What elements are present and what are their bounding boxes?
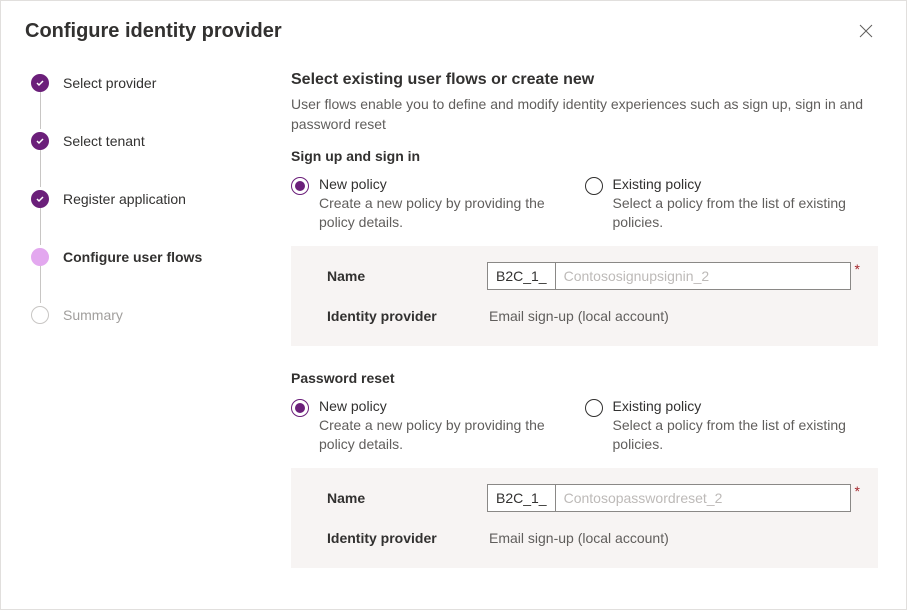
step-configure-user-flows[interactable]: Configure user flows — [31, 245, 251, 269]
required-indicator-icon: * — [855, 262, 860, 276]
step-label: Summary — [63, 307, 123, 323]
step-select-tenant[interactable]: Select tenant — [31, 129, 251, 153]
radio-label: New policy — [319, 398, 571, 414]
radio-description: Create a new policy by providing the pol… — [319, 194, 571, 232]
step-label: Configure user flows — [63, 249, 202, 265]
step-label: Select provider — [63, 75, 156, 91]
radio-label: New policy — [319, 176, 571, 192]
name-prefix: B2C_1_ — [487, 262, 555, 290]
step-label: Register application — [63, 191, 186, 207]
radio-description: Create a new policy by providing the pol… — [319, 416, 571, 454]
policy-name-input[interactable] — [555, 262, 851, 290]
name-label: Name — [327, 490, 487, 506]
idp-label: Identity provider — [327, 308, 487, 324]
panel-header: Configure identity provider — [1, 1, 906, 57]
radio-icon — [585, 399, 603, 417]
panel-body: Select provider Select tenant Register a… — [1, 57, 906, 609]
section-title-signup: Sign up and sign in — [291, 148, 878, 164]
panel-title: Configure identity provider — [25, 20, 282, 43]
name-prefix: B2C_1_ — [487, 484, 555, 512]
step-select-provider[interactable]: Select provider — [31, 71, 251, 95]
close-icon — [859, 24, 873, 38]
section-title-password-reset: Password reset — [291, 370, 878, 386]
step-label: Select tenant — [63, 133, 145, 149]
policy-choice-password-reset: New policy Create a new policy by provid… — [291, 398, 878, 454]
radio-existing-policy[interactable]: Existing policy Select a policy from the… — [585, 398, 879, 454]
radio-existing-policy[interactable]: Existing policy Select a policy from the… — [585, 176, 879, 232]
wizard-stepper: Select provider Select tenant Register a… — [1, 57, 261, 609]
radio-label: Existing policy — [613, 176, 865, 192]
step-dot-pending-icon — [31, 306, 49, 324]
step-dot-done-icon — [31, 74, 49, 92]
radio-icon — [291, 177, 309, 195]
step-dot-current-icon — [31, 248, 49, 266]
radio-description: Select a policy from the list of existin… — [613, 194, 865, 232]
radio-description: Select a policy from the list of existin… — [613, 416, 865, 454]
idp-value: Email sign-up (local account) — [487, 308, 669, 324]
main-heading: Select existing user flows or create new — [291, 71, 878, 89]
close-button[interactable] — [850, 15, 882, 47]
name-label: Name — [327, 268, 487, 284]
required-indicator-icon: * — [855, 484, 860, 498]
policy-form-password-reset: Name B2C_1_ * Identity provider Email si… — [291, 468, 878, 568]
policy-choice-signup: New policy Create a new policy by provid… — [291, 176, 878, 232]
configure-idp-panel: Configure identity provider Select provi… — [0, 0, 907, 610]
radio-new-policy[interactable]: New policy Create a new policy by provid… — [291, 176, 585, 232]
radio-icon — [291, 399, 309, 417]
step-summary[interactable]: Summary — [31, 303, 251, 327]
radio-label: Existing policy — [613, 398, 865, 414]
step-register-application[interactable]: Register application — [31, 187, 251, 211]
name-input-wrap: B2C_1_ * — [487, 484, 860, 512]
step-dot-done-icon — [31, 132, 49, 150]
name-input-wrap: B2C_1_ * — [487, 262, 860, 290]
radio-icon — [585, 177, 603, 195]
policy-name-input[interactable] — [555, 484, 851, 512]
idp-value: Email sign-up (local account) — [487, 530, 669, 546]
step-dot-done-icon — [31, 190, 49, 208]
radio-new-policy[interactable]: New policy Create a new policy by provid… — [291, 398, 585, 454]
main-content: Select existing user flows or create new… — [261, 57, 906, 609]
idp-label: Identity provider — [327, 530, 487, 546]
main-description: User flows enable you to define and modi… — [291, 95, 878, 134]
policy-form-signup: Name B2C_1_ * Identity provider Email si… — [291, 246, 878, 346]
